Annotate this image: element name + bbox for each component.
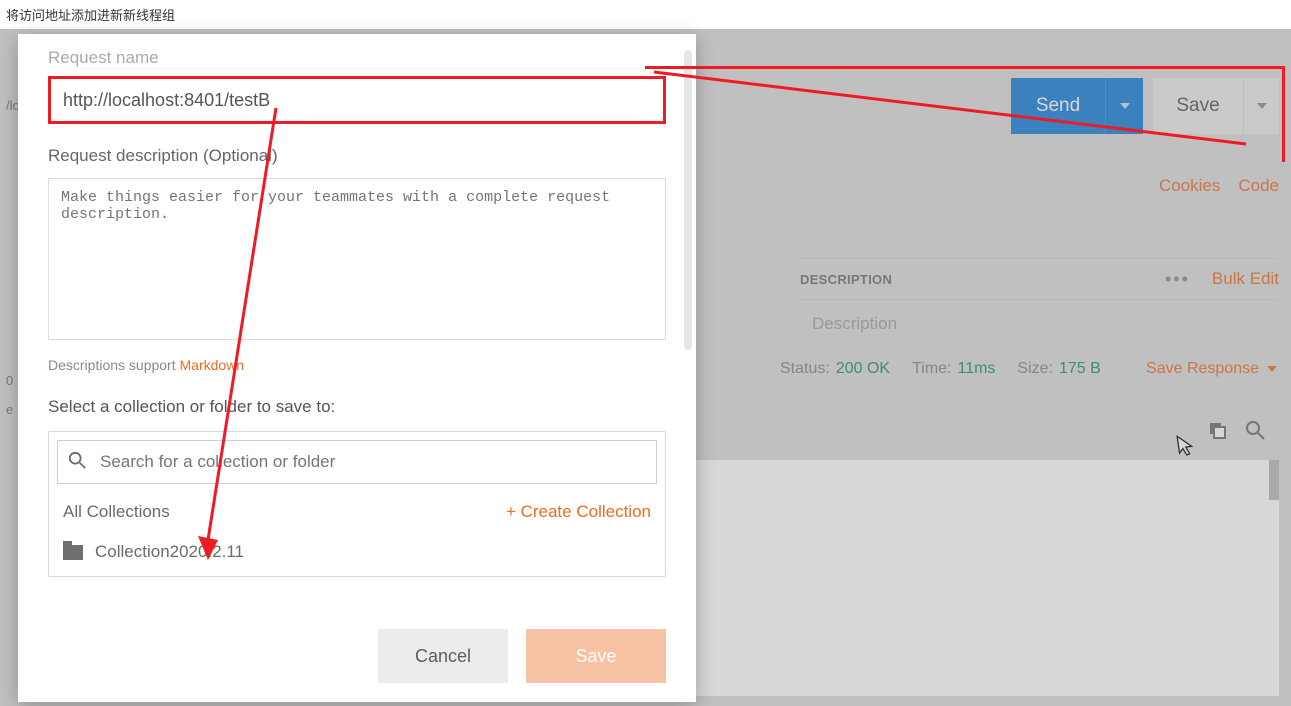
collection-header: All Collections + Create Collection bbox=[49, 492, 665, 532]
chevron-down-icon bbox=[1120, 103, 1130, 109]
response-tool-icons bbox=[1207, 420, 1265, 445]
chevron-down-icon bbox=[1257, 103, 1267, 109]
save-response-label: Save Response bbox=[1146, 360, 1259, 378]
status-value: 200 OK bbox=[836, 360, 890, 378]
collection-search-input[interactable] bbox=[98, 451, 646, 473]
markdown-note: Descriptions support Markdown bbox=[48, 357, 666, 373]
request-description-input[interactable] bbox=[48, 178, 666, 340]
save-button-main-label: Save bbox=[1176, 95, 1219, 117]
save-button-main[interactable]: Save bbox=[1153, 78, 1243, 134]
code-link[interactable]: Code bbox=[1238, 176, 1279, 196]
workspace: Send Save Cookies Code DESCRIPTION ••• B… bbox=[0, 30, 1291, 706]
copy-icon[interactable] bbox=[1207, 420, 1227, 445]
response-meta-bar: Status: 200 OK Time: 11ms Size: 175 B Sa… bbox=[780, 360, 1277, 378]
save-request-dialog: Request name Request description (Option… bbox=[18, 34, 696, 702]
collection-search-row bbox=[57, 440, 657, 484]
bulk-edit-link[interactable]: Bulk Edit bbox=[1212, 269, 1279, 289]
chevron-down-icon bbox=[1267, 366, 1277, 372]
cookies-code-links: Cookies Code bbox=[1159, 176, 1279, 196]
status-label: Status: bbox=[780, 360, 830, 378]
dialog-body: Request name Request description (Option… bbox=[18, 34, 696, 610]
cookies-link[interactable]: Cookies bbox=[1159, 176, 1220, 196]
save-response-link[interactable]: Save Response bbox=[1146, 360, 1277, 378]
collection-item[interactable]: Collection2020.2.11 bbox=[49, 532, 665, 576]
search-icon[interactable] bbox=[1245, 420, 1265, 445]
request-name-label: Request name bbox=[48, 48, 666, 68]
markdown-note-prefix: Descriptions support bbox=[48, 357, 180, 373]
size-value: 175 B bbox=[1059, 360, 1101, 378]
params-table-header: DESCRIPTION ••• Bulk Edit bbox=[800, 258, 1279, 300]
window-title-bar: 将访问地址添加进新新线程组 bbox=[0, 0, 1291, 30]
create-collection-link[interactable]: + Create Collection bbox=[506, 502, 651, 522]
cancel-button[interactable]: Cancel bbox=[378, 629, 508, 683]
request-description-label: Request description (Optional) bbox=[48, 146, 666, 166]
params-description-cell[interactable]: Description bbox=[800, 300, 1279, 348]
dialog-footer: Cancel Save bbox=[18, 610, 696, 702]
send-dropdown-button[interactable] bbox=[1105, 78, 1143, 134]
params-description-placeholder: Description bbox=[812, 314, 897, 334]
response-scrollbar[interactable] bbox=[1269, 460, 1279, 500]
time-label: Time: bbox=[912, 360, 951, 378]
time-value: 11ms bbox=[957, 360, 995, 378]
send-button[interactable]: Send bbox=[1011, 78, 1105, 134]
select-collection-label: Select a collection or folder to save to… bbox=[48, 397, 666, 417]
folder-icon bbox=[63, 545, 83, 560]
send-button-label: Send bbox=[1036, 95, 1080, 117]
search-icon bbox=[68, 451, 86, 474]
dialog-scrollbar[interactable] bbox=[684, 50, 692, 350]
more-actions-icon[interactable]: ••• bbox=[1165, 269, 1190, 290]
all-collections-label[interactable]: All Collections bbox=[63, 502, 170, 522]
collection-item-name: Collection2020.2.11 bbox=[95, 542, 244, 562]
save-button-label: Save bbox=[575, 646, 616, 667]
size-label: Size: bbox=[1017, 360, 1053, 378]
save-dropdown-button[interactable] bbox=[1243, 78, 1279, 134]
window-title: 将访问地址添加进新新线程组 bbox=[6, 5, 175, 24]
request-action-bar: Send Save bbox=[1011, 78, 1279, 134]
markdown-link[interactable]: Markdown bbox=[180, 357, 245, 373]
cancel-button-label: Cancel bbox=[415, 646, 471, 667]
collection-picker: All Collections + Create Collection Coll… bbox=[48, 431, 666, 577]
save-button[interactable]: Save bbox=[526, 629, 666, 683]
column-header-description: DESCRIPTION bbox=[800, 272, 892, 287]
request-name-input[interactable] bbox=[48, 76, 666, 124]
